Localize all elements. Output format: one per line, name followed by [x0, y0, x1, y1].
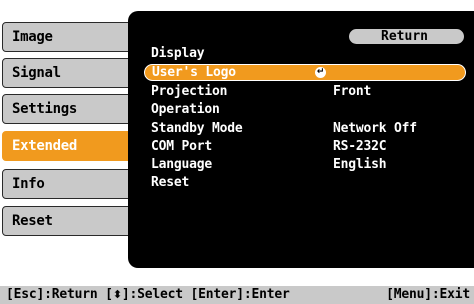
nav-tab-label: Image — [12, 29, 53, 45]
status-bar: [Esc]:Return [⬍]:Select [Enter]:Enter [M… — [0, 286, 474, 304]
menu-row-label: COM Port — [151, 139, 213, 154]
nav-tab-extended[interactable]: Extended — [2, 131, 136, 161]
return-button[interactable]: Return — [348, 28, 465, 45]
menu-row-label: Standby Mode — [151, 121, 243, 136]
menu-row-label: Reset — [151, 175, 190, 190]
menu-row-value: English — [333, 157, 387, 172]
menu-row-display[interactable]: Display — [144, 45, 466, 62]
enter-hint: [Enter]:Enter — [190, 287, 290, 302]
nav-tab-label: Signal — [12, 65, 61, 81]
status-hints: [Esc]:Return [⬍]:Select [Enter]:Enter — [6, 286, 290, 304]
nav-tab-label: Extended — [12, 138, 78, 154]
menu-row-users-logo[interactable]: User's Logo ↵ — [144, 64, 466, 81]
nav-tab-label: Info — [12, 176, 45, 192]
menu-row-label: User's Logo — [152, 65, 236, 80]
menu-row-label: Projection — [151, 84, 228, 99]
up-down-arrow-icon: ⬍ — [112, 288, 122, 301]
menu-exit-hint: [Menu]:Exit — [386, 287, 470, 302]
esc-hint: [Esc]:Return — [6, 287, 98, 302]
menu-row-standby-mode[interactable]: Standby Mode Network Off — [144, 120, 466, 137]
menu-row-label: Language — [151, 157, 213, 172]
enter-icon: ↵ — [315, 67, 326, 78]
menu-row-reset[interactable]: Reset — [144, 174, 466, 191]
nav-tab-label: Reset — [12, 213, 53, 229]
menu-row-label: Operation — [151, 102, 220, 117]
return-button-label: Return — [381, 29, 428, 44]
nav-tab-image[interactable]: Image — [2, 22, 135, 52]
nav-tab-info[interactable]: Info — [2, 169, 135, 199]
menu-row-operation[interactable]: Operation — [144, 101, 466, 118]
menu-row-value: Front — [333, 84, 372, 99]
menu-row-value: RS-232C — [333, 139, 387, 154]
select-hint: [⬍]:Select — [105, 287, 183, 302]
nav-tab-settings[interactable]: Settings — [2, 94, 135, 124]
menu-row-projection[interactable]: Projection Front — [144, 83, 466, 100]
menu-row-com-port[interactable]: COM Port RS-232C — [144, 138, 466, 155]
nav-tab-reset[interactable]: Reset — [2, 206, 135, 236]
nav-tab-signal[interactable]: Signal — [2, 58, 135, 88]
menu-row-language[interactable]: Language English — [144, 156, 466, 173]
nav-tab-label: Settings — [12, 101, 78, 117]
menu-row-label: Display — [151, 46, 205, 61]
menu-row-value: Network Off — [333, 121, 417, 136]
